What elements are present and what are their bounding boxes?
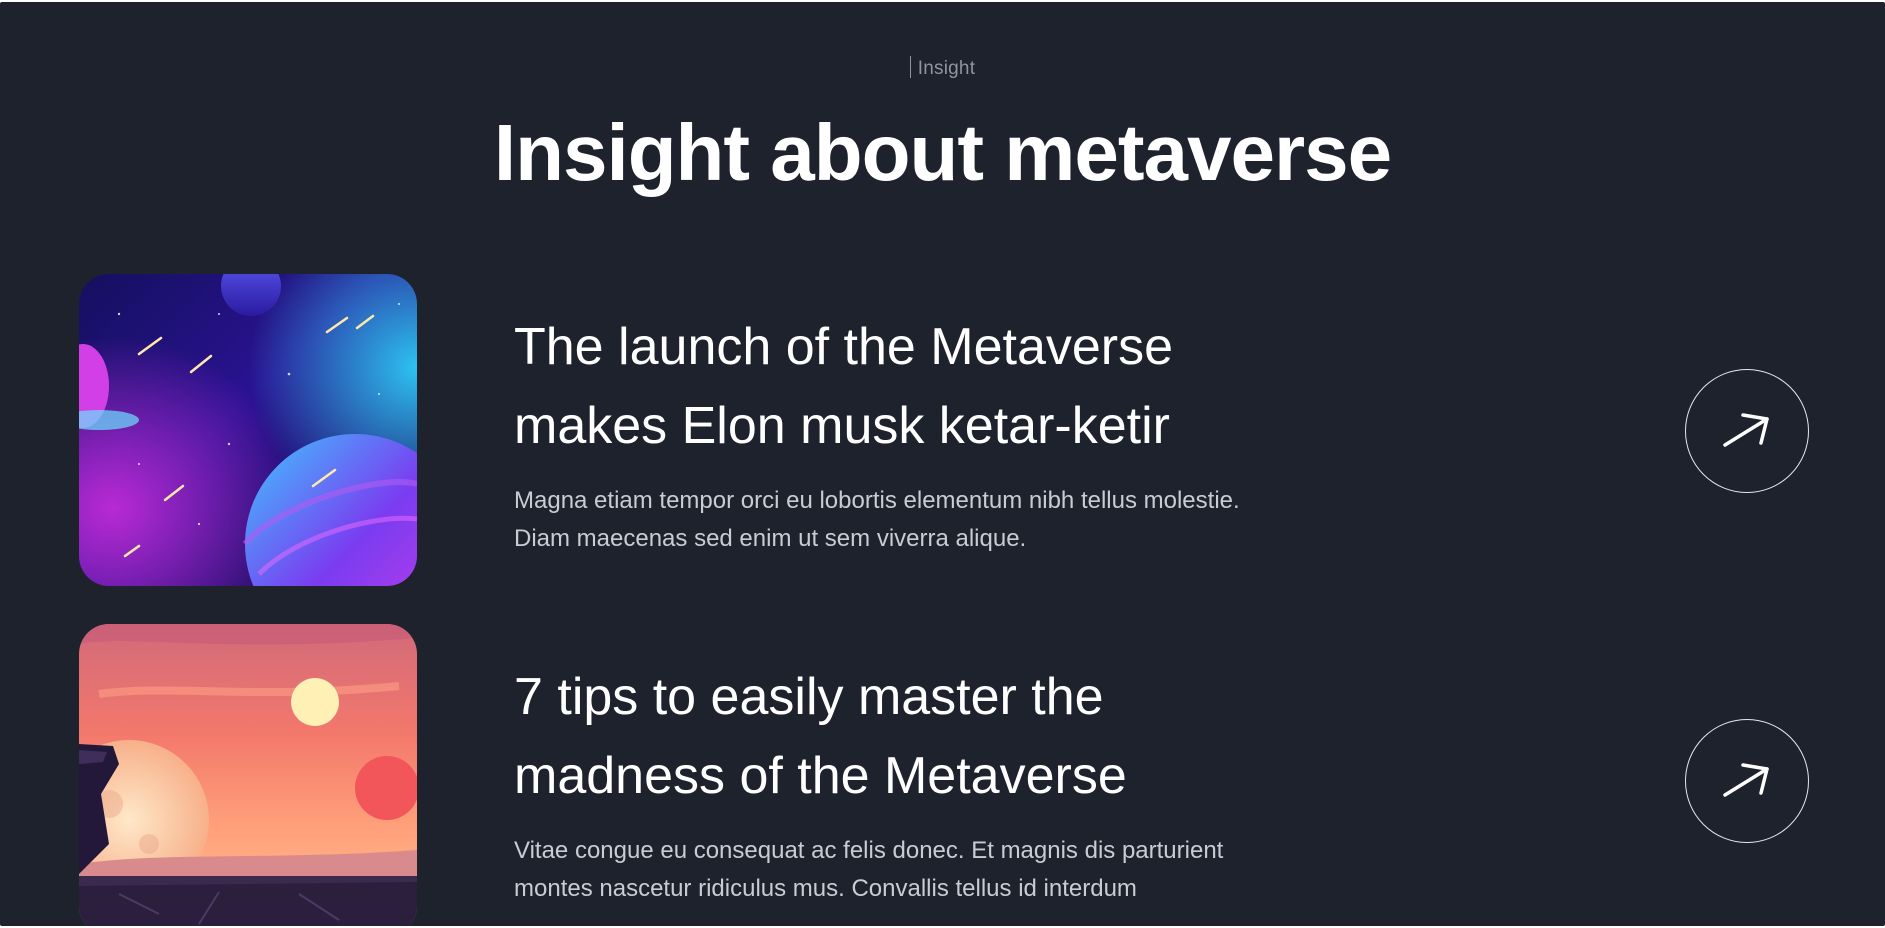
space-illustration: [79, 274, 417, 586]
insight-section: Insight Insight about metaverse The laun…: [0, 2, 1885, 926]
arrow-up-right-icon: [1723, 763, 1769, 797]
article-desc-line-2: Diam maecenas sed enim ut sem viverra al…: [514, 525, 1027, 552]
article-description: Magna etiam tempor orci eu lobortis elem…: [514, 482, 1394, 558]
article-title-line-2: madness of the Metaverse: [514, 747, 1127, 805]
article-image-space[interactable]: [79, 274, 417, 586]
sunset-illustration: [79, 624, 417, 926]
article-card: 7 tips to easily master the madness of t…: [79, 624, 1839, 926]
article-title[interactable]: 7 tips to easily master the madness of t…: [514, 658, 1334, 816]
arrow-up-right-icon: [1723, 413, 1769, 447]
section-eyebrow: Insight: [0, 56, 1885, 80]
article-title-line-2: makes Elon musk ketar-ketir: [514, 397, 1170, 455]
article-desc-line-1: Magna etiam tempor orci eu lobortis elem…: [514, 487, 1240, 514]
open-article-button[interactable]: [1685, 369, 1809, 493]
article-desc-line-2: montes nascetur ridiculus mus. Convallis…: [514, 875, 1137, 902]
article-title-line-1: The launch of the Metaverse: [514, 318, 1174, 376]
article-card: The launch of the Metaverse makes Elon m…: [79, 274, 1839, 586]
section-title: Insight about metaverse: [493, 108, 1392, 197]
eyebrow-label: Insight: [917, 58, 976, 79]
eyebrow-divider: [909, 56, 911, 78]
open-article-button[interactable]: [1685, 719, 1809, 843]
article-title[interactable]: The launch of the Metaverse makes Elon m…: [514, 308, 1334, 466]
article-title-line-1: 7 tips to easily master the: [514, 668, 1104, 726]
article-desc-line-1: Vitae congue eu consequat ac felis donec…: [514, 837, 1224, 864]
article-image-sunset[interactable]: [79, 624, 417, 926]
article-description: Vitae congue eu consequat ac felis donec…: [514, 832, 1394, 908]
